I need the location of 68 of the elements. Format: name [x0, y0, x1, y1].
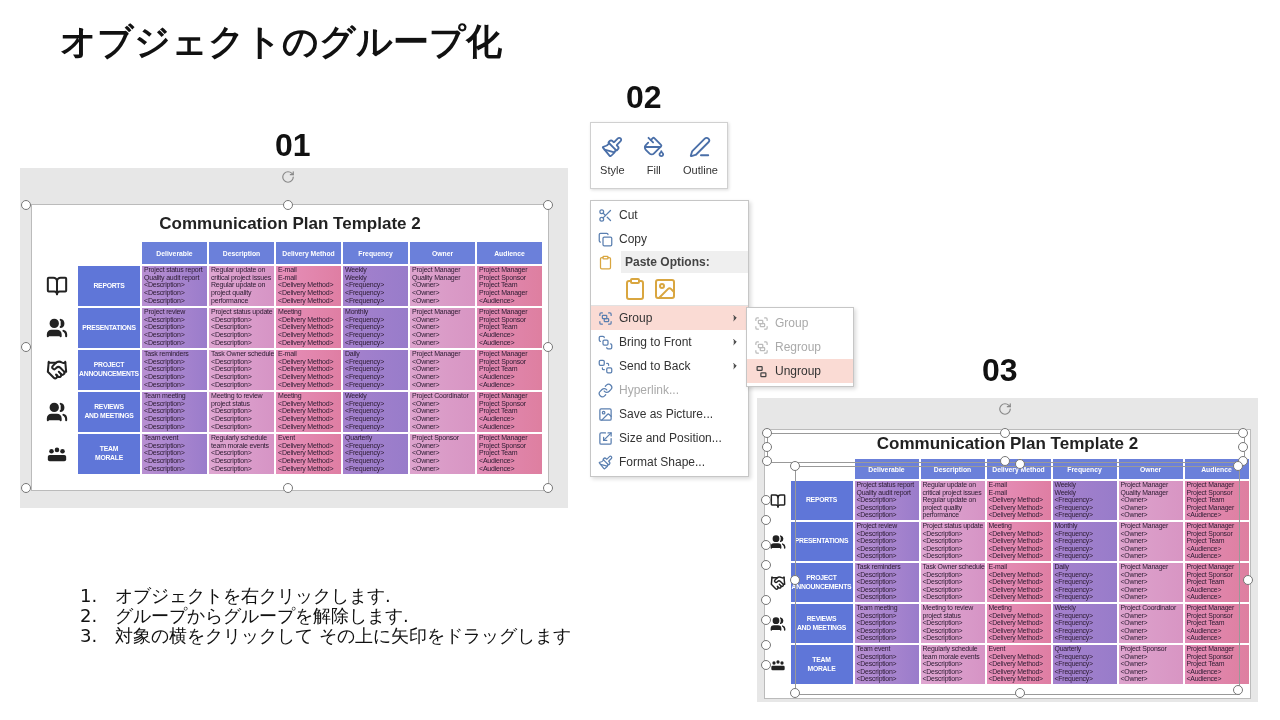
group-icon [753, 339, 769, 355]
selection-handle[interactable] [790, 575, 800, 585]
selection-handle[interactable] [790, 461, 800, 471]
copy-icon [597, 231, 613, 247]
step-number: 3. [80, 626, 99, 646]
slide-title: Communication Plan Template 2 [159, 214, 421, 234]
group-icon [753, 315, 769, 331]
selection-handle[interactable] [543, 342, 553, 352]
send-back-icon [597, 358, 613, 374]
paintbrush-icon [597, 454, 613, 470]
ribbon-button[interactable]: Fill [640, 133, 667, 178]
people-icon [46, 317, 68, 339]
step-text: グループからグループを解除します. [115, 606, 410, 626]
selection-handle[interactable] [543, 483, 553, 493]
menu-header: Paste Options: [621, 251, 748, 273]
step-text: オブジェクトを右クリックします. [115, 586, 392, 606]
selection-handle[interactable] [1015, 688, 1025, 698]
handshake-icon [46, 359, 68, 381]
menu-item[interactable]: Group [591, 306, 748, 330]
paste-icon[interactable] [623, 277, 647, 301]
selection-handle[interactable] [283, 200, 293, 210]
step-number: 2. [80, 606, 99, 626]
brush-icon [601, 135, 624, 158]
ribbon-button[interactable]: Outline [681, 133, 720, 178]
people-icon [46, 401, 68, 423]
scissors-icon [597, 207, 613, 223]
handshake-icon [769, 574, 786, 591]
step-label: 01 [275, 127, 311, 164]
image-icon [597, 406, 613, 422]
paint-bucket-icon [642, 135, 665, 158]
selection-handle[interactable] [790, 688, 800, 698]
menu-item[interactable]: Copy [591, 227, 748, 251]
selection-handle[interactable] [21, 483, 31, 493]
ungroup-icon [753, 363, 769, 379]
step-text: 対象の横をクリックして その上に矢印をドラッグします [115, 626, 572, 646]
menu-item[interactable]: Format Shape... [591, 450, 748, 474]
ribbon-button[interactable]: Style [598, 133, 627, 178]
page-title: オブジェクトのグループ化 [60, 20, 502, 64]
selection-handle[interactable] [1000, 428, 1010, 438]
group-icon [597, 310, 613, 326]
paste-picture-icon[interactable] [653, 277, 677, 301]
menu-item[interactable]: Cut [591, 203, 748, 227]
pen-icon [689, 135, 712, 158]
menu-item[interactable]: Bring to Front [591, 330, 748, 354]
selection-handle[interactable] [21, 200, 31, 210]
step-label: 02 [626, 79, 662, 116]
step-label: 03 [982, 352, 1018, 389]
people-icon [769, 615, 786, 632]
book-icon [46, 275, 68, 297]
selection-handle[interactable] [21, 342, 31, 352]
rotate-icon[interactable] [998, 402, 1012, 416]
selection-handle[interactable] [283, 483, 293, 493]
rotate-icon[interactable] [281, 170, 295, 184]
menu-item[interactable]: Ungroup [747, 359, 853, 383]
step-number: 1. [80, 586, 99, 606]
bring-front-icon [597, 334, 613, 350]
clipboard-icon [597, 254, 613, 270]
resize-icon [597, 430, 613, 446]
slide-title: Communication Plan Template 2 [876, 434, 1139, 454]
menu-item[interactable]: Size and Position... [591, 426, 748, 450]
selection-handle[interactable] [1243, 575, 1253, 585]
selection-handle[interactable] [1233, 685, 1243, 695]
menu-item[interactable]: Save as Picture... [591, 402, 748, 426]
people-icon [769, 533, 786, 550]
link-icon [597, 382, 613, 398]
selection-handle[interactable] [543, 200, 553, 210]
book-icon [769, 492, 786, 509]
menu-item[interactable]: Send to Back [591, 354, 748, 378]
